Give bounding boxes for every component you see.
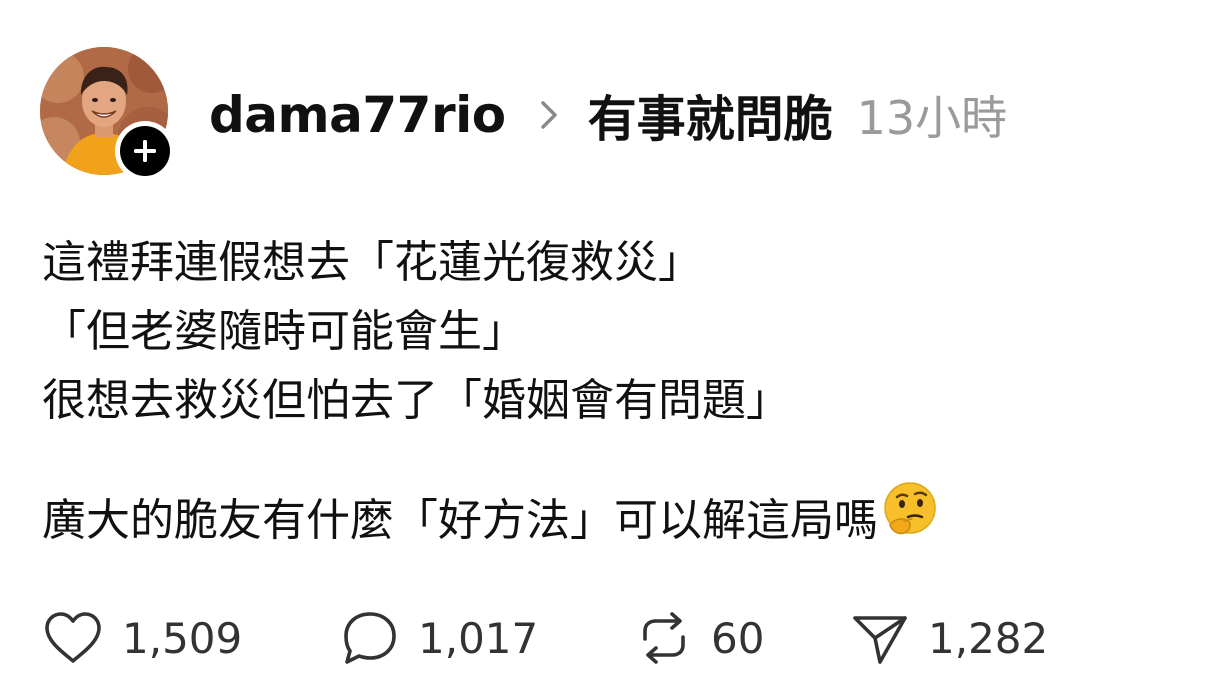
post-text-line: 很想去救災但怕去了「婚姻會有問題」 — [42, 375, 790, 426]
post-card: dama77rio 有事就問脆 13小時 這禮拜連假想去「花蓮光復救災」 「但老… — [0, 0, 1210, 696]
comment-bubble-icon — [344, 612, 396, 664]
repost-button[interactable]: 60 — [635, 608, 764, 668]
share-button[interactable]: 1,282 — [850, 608, 1048, 668]
avatar-container[interactable] — [40, 47, 175, 181]
post-body: 這禮拜連假想去「花蓮光復救災」 「但老婆隨時可能會生」 很想去救災但怕去了「婚姻… — [42, 228, 1182, 554]
share-count: 1,282 — [928, 613, 1049, 663]
post-header: dama77rio 有事就問脆 13小時 — [209, 80, 1007, 150]
post-timestamp: 13小時 — [856, 91, 1008, 145]
username-link[interactable]: dama77rio — [209, 86, 506, 144]
thinking-face-emoji-icon — [882, 481, 938, 557]
post-text-question: 廣大的脆友有什麼「好方法」可以解這局嗎 — [42, 495, 878, 546]
chevron-right-icon — [540, 100, 558, 130]
community-link[interactable]: 有事就問脆 — [588, 80, 833, 151]
like-count: 1,509 — [122, 613, 243, 663]
like-button[interactable]: 1,509 — [42, 608, 242, 668]
follow-button[interactable] — [115, 121, 175, 181]
repost-count: 60 — [711, 613, 765, 663]
plus-icon — [134, 140, 156, 162]
post-text-line-last: 廣大的脆友有什麼「好方法」可以解這局嗎 — [42, 482, 1182, 554]
follow-button-inner — [120, 126, 170, 176]
comment-count: 1,017 — [418, 613, 539, 663]
post-text-line: 這禮拜連假想去「花蓮光復救災」 — [42, 237, 702, 288]
comment-button[interactable]: 1,017 — [340, 608, 538, 668]
send-icon — [853, 616, 907, 664]
repost-icon — [643, 612, 685, 664]
heart-icon — [45, 612, 101, 663]
post-text-line: 「但老婆隨時可能會生」 — [42, 306, 526, 357]
